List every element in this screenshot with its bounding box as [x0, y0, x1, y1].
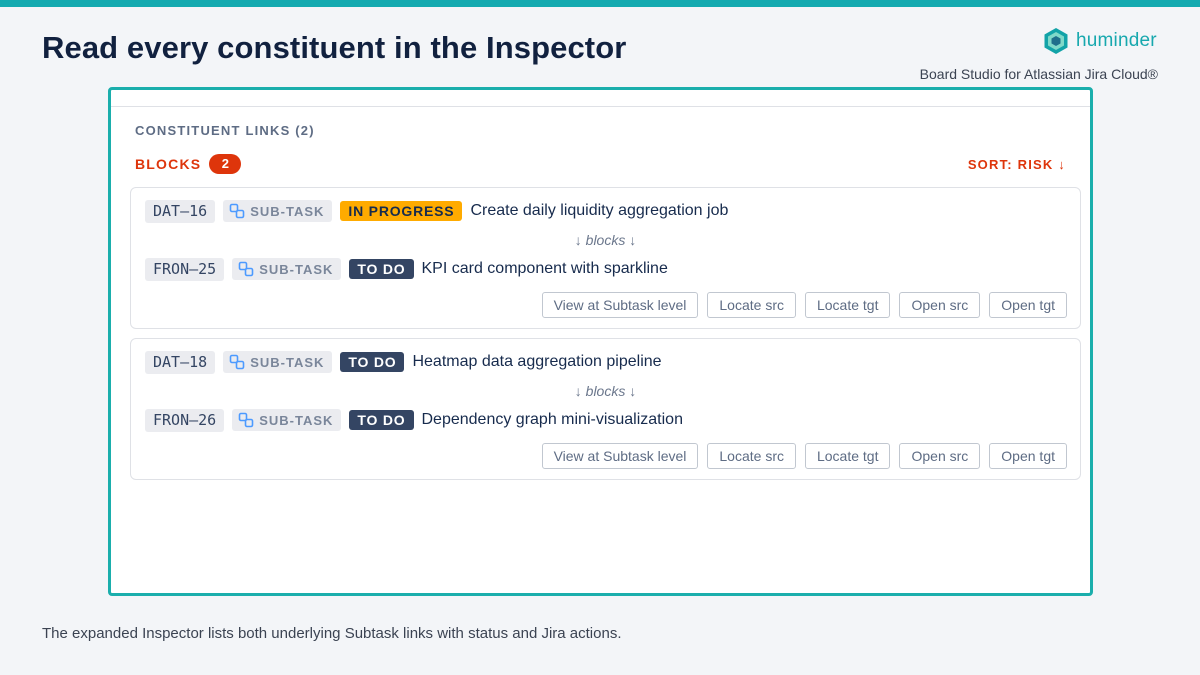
target-issue-row: FRON–25 SUB-TASK TO DO KPI card componen…	[145, 257, 668, 281]
link-actions: View at Subtask level Locate src Locate …	[541, 292, 1067, 318]
inspector-panel: CONSTITUENT LINKS (2) BLOCKS 2 SORT: RIS…	[108, 87, 1093, 596]
issue-key[interactable]: DAT–18	[145, 350, 216, 374]
status-badge: TO DO	[349, 259, 414, 279]
issue-type-label: SUB-TASK	[250, 203, 325, 219]
link-direction-label: ↓ blocks ↓	[574, 383, 637, 399]
link-card: DAT–16 SUB-TASK IN PROGRESS Create daily…	[130, 187, 1081, 329]
open-src-button[interactable]: Open src	[899, 292, 981, 318]
issue-summary: Dependency graph mini-visualization	[421, 411, 683, 428]
subtask-icon	[238, 261, 254, 277]
status-badge: TO DO	[340, 352, 405, 372]
issue-type-label: SUB-TASK	[259, 261, 334, 277]
brand-name: huminder	[1076, 30, 1157, 51]
status-badge: TO DO	[349, 410, 414, 430]
open-tgt-button[interactable]: Open tgt	[989, 443, 1067, 469]
source-issue-row: DAT–18 SUB-TASK TO DO Heatmap data aggre…	[145, 350, 662, 374]
open-tgt-button[interactable]: Open tgt	[989, 292, 1067, 318]
locate-src-button[interactable]: Locate src	[707, 292, 796, 318]
issue-key[interactable]: FRON–26	[145, 408, 225, 432]
link-card: DAT–18 SUB-TASK TO DO Heatmap data aggre…	[130, 338, 1081, 480]
issue-type-chip: SUB-TASK	[232, 258, 342, 280]
panel-divider	[111, 106, 1090, 107]
issue-type-label: SUB-TASK	[259, 412, 334, 428]
issue-summary: Heatmap data aggregation pipeline	[412, 353, 662, 370]
hexagon-logo-icon	[1042, 27, 1070, 55]
issue-summary: Create daily liquidity aggregation job	[470, 202, 729, 219]
subtask-icon	[229, 354, 245, 370]
locate-tgt-button[interactable]: Locate tgt	[804, 443, 891, 469]
brand-logo: huminder	[1042, 27, 1157, 55]
sort-by-risk-toggle[interactable]: SORT: RISK ↓	[968, 157, 1066, 172]
slide-caption: The expanded Inspector lists both underl…	[42, 625, 622, 642]
blocks-group-header: BLOCKS 2	[135, 154, 242, 174]
blocks-label: BLOCKS	[135, 156, 202, 172]
subtask-icon	[238, 412, 254, 428]
view-at-subtask-level-button[interactable]: View at Subtask level	[541, 443, 699, 469]
locate-src-button[interactable]: Locate src	[707, 443, 796, 469]
target-issue-row: FRON–26 SUB-TASK TO DO Dependency graph …	[145, 408, 683, 432]
top-accent-bar	[0, 0, 1200, 7]
source-issue-row: DAT–16 SUB-TASK IN PROGRESS Create daily…	[145, 199, 728, 223]
blocks-count-badge: 2	[209, 154, 242, 174]
issue-type-chip: SUB-TASK	[223, 351, 333, 373]
brand-subtitle: Board Studio for Atlassian Jira Cloud®	[919, 66, 1158, 82]
slide-title: Read every constituent in the Inspector	[42, 30, 627, 65]
link-actions: View at Subtask level Locate src Locate …	[541, 443, 1067, 469]
link-direction-label: ↓ blocks ↓	[574, 232, 637, 248]
issue-key[interactable]: DAT–16	[145, 199, 216, 223]
issue-type-label: SUB-TASK	[250, 354, 325, 370]
issue-summary: KPI card component with sparkline	[421, 260, 668, 277]
locate-tgt-button[interactable]: Locate tgt	[804, 292, 891, 318]
constituent-links-heading: CONSTITUENT LINKS (2)	[135, 123, 315, 138]
view-at-subtask-level-button[interactable]: View at Subtask level	[541, 292, 699, 318]
open-src-button[interactable]: Open src	[899, 443, 981, 469]
issue-key[interactable]: FRON–25	[145, 257, 225, 281]
issue-type-chip: SUB-TASK	[223, 200, 333, 222]
subtask-icon	[229, 203, 245, 219]
status-badge: IN PROGRESS	[340, 201, 463, 221]
issue-type-chip: SUB-TASK	[232, 409, 342, 431]
